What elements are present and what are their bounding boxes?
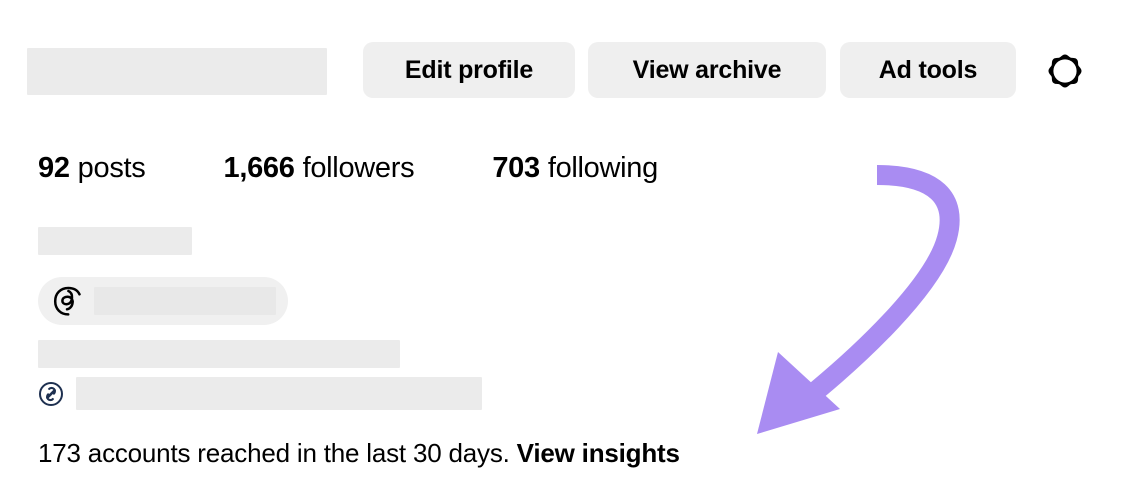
profile-header-screen: Edit profile View archive Ad tools 92 po… [0, 0, 1136, 500]
edit-profile-button[interactable]: Edit profile [363, 42, 575, 98]
following-count: 703 [492, 152, 540, 184]
followers-label: followers [302, 152, 415, 184]
settings-button[interactable] [1038, 44, 1092, 98]
threads-handle-redacted-block [94, 287, 276, 315]
insights-line: 173 accounts reached in the last 30 days… [38, 438, 680, 469]
following-label: following [547, 152, 658, 184]
threads-badge[interactable] [38, 277, 288, 325]
username-redacted-block [27, 48, 327, 95]
stat-following[interactable]: 703 following [492, 152, 658, 185]
view-insights-link[interactable]: View insights [517, 438, 680, 468]
ad-tools-button[interactable]: Ad tools [840, 42, 1016, 98]
view-archive-button[interactable]: View archive [588, 42, 826, 98]
posts-count: 92 [38, 152, 70, 184]
threads-icon [53, 286, 81, 316]
stat-posts[interactable]: 92 posts [38, 152, 146, 185]
profile-link-redacted-block [76, 377, 482, 410]
gear-icon [1048, 54, 1082, 88]
profile-link-row[interactable] [38, 377, 482, 410]
display-name-redacted-block [38, 227, 192, 255]
stat-followers[interactable]: 1,666 followers [224, 152, 415, 185]
posts-label: posts [77, 152, 146, 184]
bio-redacted-block [38, 340, 400, 368]
profile-stats: 92 posts 1,666 followers 703 following [38, 152, 658, 185]
accounts-reached-text: 173 accounts reached in the last 30 days… [38, 438, 510, 468]
link-icon [39, 381, 63, 406]
followers-count: 1,666 [223, 152, 295, 184]
